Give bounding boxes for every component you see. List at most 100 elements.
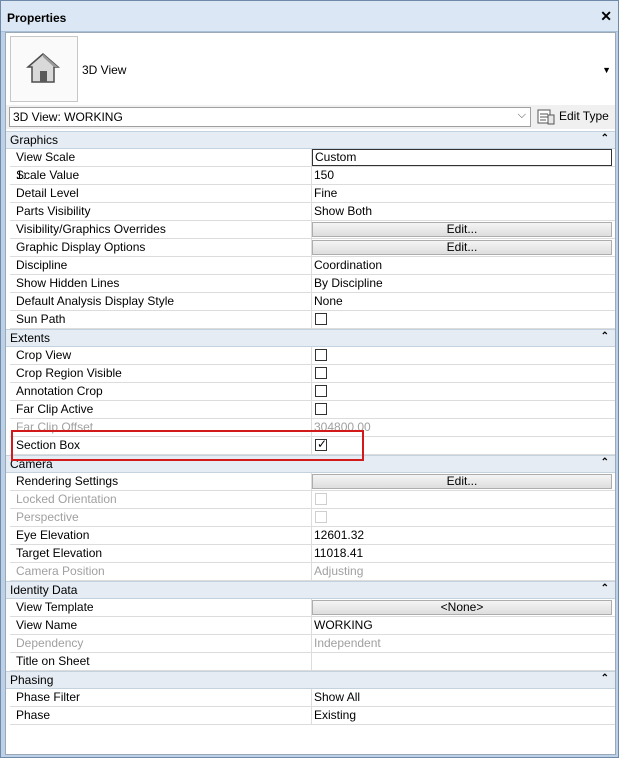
checkmark-icon: ✓ — [317, 437, 328, 451]
property-value-cell[interactable]: Fine — [311, 185, 615, 203]
property-name: Parts Visibility — [16, 204, 91, 218]
property-row: Target Elevation 11018.41 — [6, 545, 615, 563]
property-checkbox[interactable] — [315, 403, 327, 415]
property-name: Discipline — [16, 258, 68, 272]
property-value-cell[interactable] — [311, 401, 615, 419]
property-name: Sun Path — [16, 312, 66, 326]
property-value-cell[interactable] — [311, 491, 615, 509]
property-value-cell[interactable]: Edit... — [311, 473, 615, 491]
property-value-cell[interactable] — [311, 365, 615, 383]
property-value-cell[interactable]: 150 — [311, 167, 615, 185]
property-name: Title on Sheet — [16, 654, 90, 668]
collapse-up-icon[interactable]: ⌃ — [601, 583, 609, 594]
property-value-cell[interactable]: 12601.32 — [311, 527, 615, 545]
property-value: None — [314, 294, 343, 308]
property-name-cell: View Scale — [10, 149, 312, 167]
collapse-up-icon[interactable]: ⌃ — [601, 331, 609, 342]
property-name-cell: View Template — [10, 599, 312, 617]
property-name: Crop View — [16, 348, 72, 362]
collapse-up-icon[interactable]: ⌃ — [601, 673, 609, 684]
property-value-cell[interactable] — [311, 383, 615, 401]
property-checkbox[interactable]: ✓ — [315, 437, 328, 451]
property-checkbox[interactable] — [315, 367, 327, 379]
property-name-cell: Rendering Settings — [10, 473, 312, 491]
property-edit-button[interactable]: <None> — [312, 600, 612, 615]
type-name: 3D View — [82, 63, 127, 77]
collapse-up-icon[interactable]: ⌃ — [601, 133, 609, 144]
type-selector[interactable]: 3D View ▼ — [6, 33, 615, 104]
property-value-input[interactable]: Custom — [312, 149, 612, 166]
instance-selector-value: 3D View: WORKING — [13, 110, 123, 124]
property-checkbox[interactable] — [315, 349, 327, 361]
property-row: Discipline Coordination — [6, 257, 615, 275]
property-edit-button[interactable]: Edit... — [312, 474, 612, 489]
property-row: Graphic Display Options Edit... — [6, 239, 615, 257]
property-name-cell: Target Elevation — [10, 545, 312, 563]
instance-selector[interactable]: 3D View: WORKING ⌵ — [9, 107, 531, 127]
properties-grid: Graphics ⌃ View Scale Custom Scale Value 1: 15… — [6, 131, 615, 725]
group-header[interactable]: Graphics ⌃ — [6, 131, 615, 149]
property-value: Custom — [315, 150, 357, 164]
property-row: Locked Orientation — [6, 491, 615, 509]
property-value-cell[interactable]: By Discipline — [311, 275, 615, 293]
property-value-cell[interactable]: Show All — [311, 689, 615, 707]
property-value-cell[interactable]: Existing — [311, 707, 615, 725]
property-name: View Template — [16, 600, 94, 614]
property-value-cell[interactable]: 11018.41 — [311, 545, 615, 563]
property-value-cell[interactable]: ✓ — [311, 437, 615, 455]
property-row: Far Clip Active — [6, 401, 615, 419]
property-value-cell[interactable] — [311, 311, 615, 329]
type-dropdown-arrow-icon[interactable]: ▼ — [602, 65, 611, 75]
property-value-cell[interactable]: Edit... — [311, 239, 615, 257]
group-header[interactable]: Extents ⌃ — [6, 329, 615, 347]
title-bar[interactable]: Properties ✕ — [1, 1, 618, 32]
property-row: View Template <None> — [6, 599, 615, 617]
property-value-cell[interactable]: Adjusting — [311, 563, 615, 581]
property-row: Title on Sheet — [6, 653, 615, 671]
group-header[interactable]: Phasing ⌃ — [6, 671, 615, 689]
property-name: Section Box — [16, 438, 81, 452]
property-value-cell[interactable]: None — [311, 293, 615, 311]
chevron-down-icon[interactable]: ⌵ — [518, 109, 526, 122]
property-name: Phase Filter — [16, 690, 81, 704]
property-value-cell[interactable]: Show Both — [311, 203, 615, 221]
property-name: Eye Elevation — [16, 528, 90, 542]
property-value-cell[interactable]: Coordination — [311, 257, 615, 275]
property-value-cell[interactable] — [311, 509, 615, 527]
close-icon[interactable]: ✕ — [600, 8, 612, 25]
property-name-cell: View Name — [10, 617, 312, 635]
group-header[interactable]: Camera ⌃ — [6, 455, 615, 473]
property-row: Eye Elevation 12601.32 — [6, 527, 615, 545]
property-row: Scale Value 1: 150 — [6, 167, 615, 185]
property-name: Default Analysis Display Style — [16, 294, 175, 308]
property-name: Rendering Settings — [16, 474, 119, 488]
property-name-cell: Locked Orientation — [10, 491, 312, 509]
property-value-cell[interactable]: Independent — [311, 635, 615, 653]
property-value-cell[interactable] — [311, 653, 615, 671]
property-name: Far Clip Active — [16, 402, 94, 416]
property-value-cell[interactable] — [311, 347, 615, 365]
property-checkbox[interactable] — [315, 385, 327, 397]
property-row: Visibility/Graphics Overrides Edit... — [6, 221, 615, 239]
group-header[interactable]: Identity Data ⌃ — [6, 581, 615, 599]
property-value-cell[interactable]: Edit... — [311, 221, 615, 239]
property-edit-button[interactable]: Edit... — [312, 240, 612, 255]
property-row: View Scale Custom — [6, 149, 615, 167]
property-name: Perspective — [16, 510, 79, 524]
property-value-cell[interactable]: Custom — [311, 149, 615, 167]
property-value-cell[interactable]: <None> — [311, 599, 615, 617]
property-name-cell: Phase Filter — [10, 689, 312, 707]
property-name: Crop Region Visible — [16, 366, 122, 380]
property-name-cell: Crop Region Visible — [10, 365, 312, 383]
property-name: View Name — [16, 618, 78, 632]
property-row: Rendering Settings Edit... — [6, 473, 615, 491]
property-checkbox[interactable] — [315, 313, 327, 325]
property-edit-button[interactable]: Edit... — [312, 222, 612, 237]
collapse-up-icon[interactable]: ⌃ — [601, 457, 609, 468]
property-name: Phase — [16, 708, 51, 722]
property-value: Independent — [314, 636, 381, 650]
property-value-cell[interactable]: WORKING — [311, 617, 615, 635]
property-row: Perspective — [6, 509, 615, 527]
property-value-cell[interactable]: 304800.00 — [311, 419, 615, 437]
property-name-cell: Phase — [10, 707, 312, 725]
